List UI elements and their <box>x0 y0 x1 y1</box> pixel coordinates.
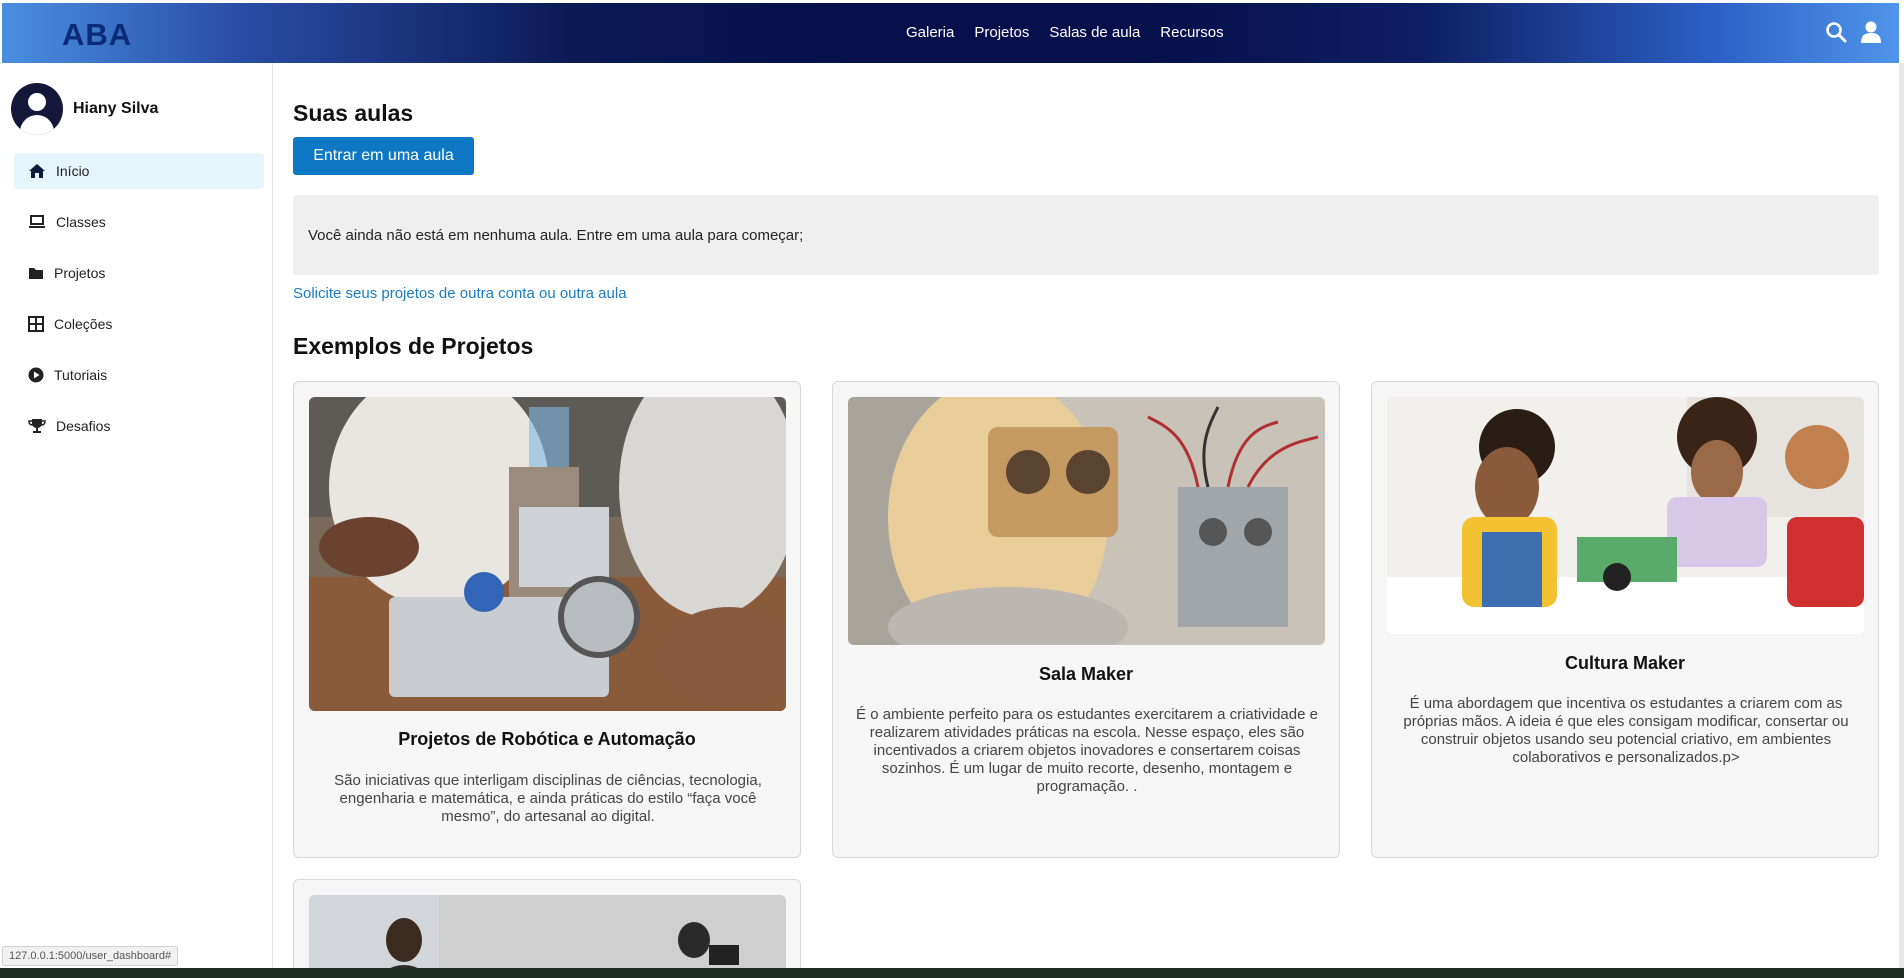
sidebar-item-label: Desafios <box>56 418 111 434</box>
top-navbar: ABA Galeria Projetos Salas de aula Recur… <box>2 3 1899 63</box>
os-taskbar <box>0 968 1904 978</box>
project-card-sala-maker[interactable]: Sala Maker É o ambiente perfeito para os… <box>832 381 1340 858</box>
sidebar-item-projetos[interactable]: Projetos <box>14 255 264 291</box>
cultura-maker-image <box>1387 397 1864 634</box>
sidebar-item-desafios[interactable]: Desafios <box>14 408 264 444</box>
nav-link-salas[interactable]: Salas de aula <box>1049 24 1140 41</box>
sidebar-item-label: Projetos <box>54 265 106 281</box>
project-card-partial[interactable] <box>293 879 801 978</box>
sidebar-item-label: Classes <box>56 214 106 230</box>
sala-maker-image <box>848 397 1325 645</box>
sidebar-menu: Início Classes Projetos Coleções Tutoria… <box>14 153 264 459</box>
play-circle-icon <box>28 367 44 383</box>
classroom-image <box>309 895 786 978</box>
notice-text: Você ainda não está em nenhuma aula. Ent… <box>308 226 804 244</box>
status-url-bar: 127.0.0.1:5000/user_dashboard# <box>2 946 179 966</box>
project-card-cultura-maker[interactable]: Cultura Maker É uma abordagem que incent… <box>1371 381 1879 858</box>
user-name: Hiany Silva <box>73 100 159 117</box>
trophy-icon <box>28 419 46 433</box>
sidebar-item-colecoes[interactable]: Coleções <box>14 306 264 342</box>
logo[interactable]: ABA <box>62 17 132 53</box>
no-classes-notice: Você ainda não está em nenhuma aula. Ent… <box>293 195 1879 275</box>
card-description: É o ambiente perfeito para os estudantes… <box>856 706 1318 795</box>
home-icon <box>29 164 45 178</box>
sidebar-item-label: Tutoriais <box>54 367 108 383</box>
top-icons <box>1825 21 1881 43</box>
top-nav: Galeria Projetos Salas de aula Recursos <box>906 24 1244 41</box>
join-class-button[interactable]: Entrar em uma aula <box>293 137 474 175</box>
nav-link-recursos[interactable]: Recursos <box>1160 24 1223 41</box>
search-icon[interactable] <box>1825 21 1847 43</box>
grid-icon <box>28 316 44 332</box>
card-description: É uma abordagem que incentiva os estudan… <box>1403 695 1849 766</box>
sidebar-item-label: Coleções <box>54 316 113 332</box>
card-title: Cultura Maker <box>1564 653 1686 673</box>
folder-icon <box>29 268 43 279</box>
nav-link-projetos[interactable]: Projetos <box>974 24 1029 41</box>
avatar <box>11 83 63 135</box>
robotics-image <box>309 397 786 711</box>
classes-heading: Suas aulas <box>293 100 414 126</box>
user-profile[interactable]: Hiany Silva <box>11 83 158 135</box>
examples-heading: Exemplos de Projetos <box>293 333 534 359</box>
sidebar-item-inicio[interactable]: Início <box>14 153 264 189</box>
nav-link-galeria[interactable]: Galeria <box>906 24 954 41</box>
card-title: Projetos de Robótica e Automação <box>398 729 696 749</box>
project-card-robotics[interactable]: Projetos de Robótica e Automação São ini… <box>293 381 801 858</box>
laptop-icon <box>29 215 45 228</box>
card-title: Sala Maker <box>1038 664 1134 684</box>
user-icon[interactable] <box>1861 21 1881 43</box>
sidebar-item-label: Início <box>56 163 90 179</box>
card-description: São iniciativas que interligam disciplin… <box>334 772 762 825</box>
sidebar: Hiany Silva Início Classes Projetos Cole… <box>2 63 273 968</box>
scrollbar[interactable] <box>1899 63 1904 968</box>
request-projects-link[interactable]: Solicite seus projetos de outra conta ou… <box>293 285 627 302</box>
sidebar-item-classes[interactable]: Classes <box>14 204 264 240</box>
sidebar-item-tutoriais[interactable]: Tutoriais <box>14 357 264 393</box>
